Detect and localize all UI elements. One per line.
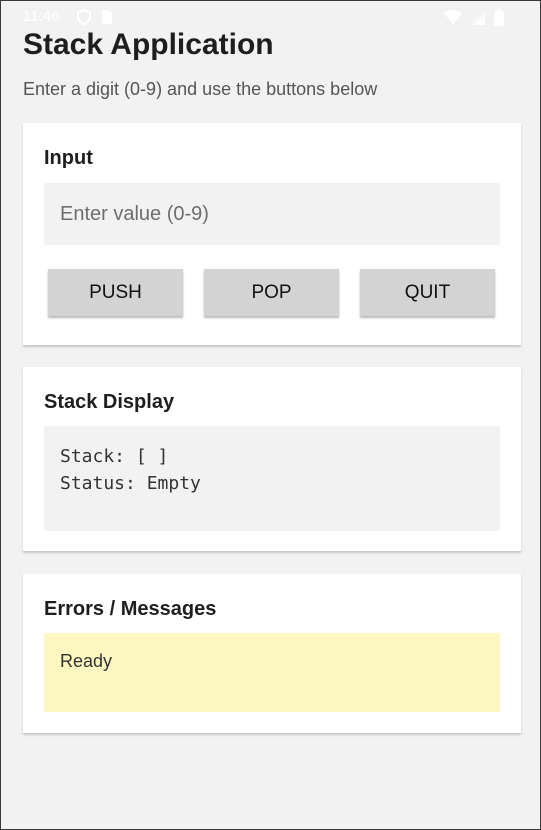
- shield-icon: [77, 9, 91, 25]
- status-right-icons: [444, 9, 504, 26]
- stack-status-text: Status: Empty: [60, 473, 201, 494]
- input-card: Input PUSH POP QUIT: [23, 123, 521, 345]
- pop-button[interactable]: POP: [204, 269, 339, 316]
- stack-display: Stack: [ ] Status: Empty: [44, 426, 500, 531]
- quit-button[interactable]: QUIT: [360, 269, 495, 316]
- stack-card-heading: Stack Display: [44, 391, 175, 413]
- message-text: Ready: [60, 651, 113, 671]
- app-window: 11:46 Stack Application Enter a digit (0…: [0, 0, 541, 830]
- status-left-icons: [77, 9, 113, 25]
- wifi-icon: [444, 10, 462, 25]
- page-title: Stack Application: [23, 28, 274, 61]
- battery-icon: [494, 9, 504, 26]
- sim-card-icon: [101, 9, 113, 25]
- errors-card-heading: Errors / Messages: [44, 598, 217, 620]
- cellular-signal-icon: [470, 10, 486, 26]
- status-time: 11:46: [23, 8, 60, 25]
- input-card-heading: Input: [44, 147, 93, 169]
- push-button[interactable]: PUSH: [48, 269, 183, 316]
- message-box: Ready: [44, 633, 500, 712]
- errors-card: Errors / Messages Ready: [23, 574, 521, 733]
- value-input[interactable]: [44, 183, 500, 245]
- stack-contents-text: Stack: [ ]: [60, 446, 169, 467]
- page-subtitle: Enter a digit (0-9) and use the buttons …: [23, 79, 378, 99]
- stack-display-card: Stack Display Stack: [ ] Status: Empty: [23, 367, 521, 551]
